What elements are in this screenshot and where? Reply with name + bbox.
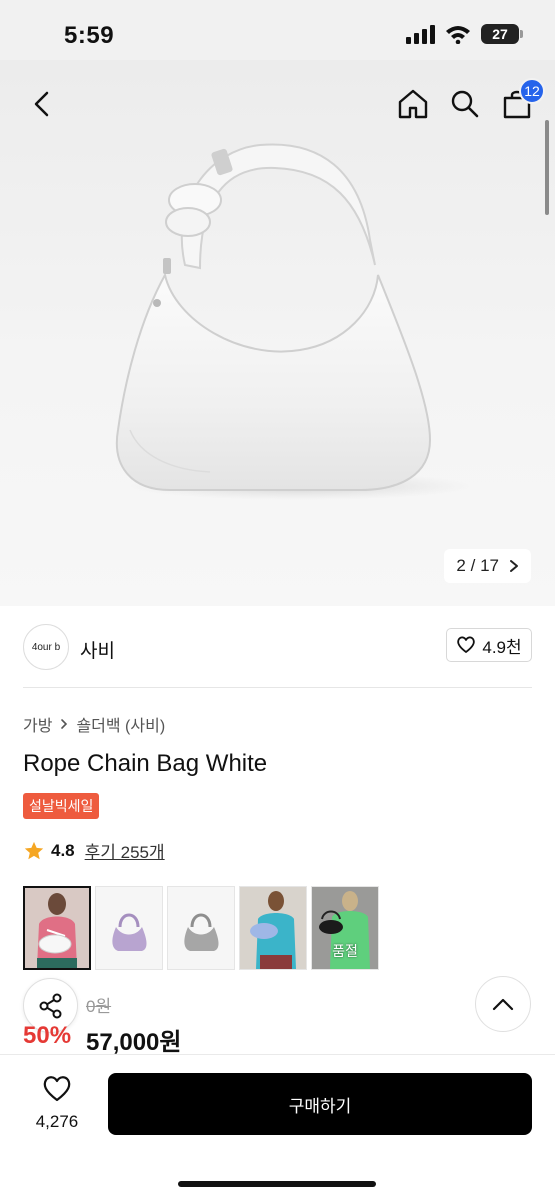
sold-out-label: 품절	[332, 943, 358, 959]
thumbnail-option-5[interactable]: 품절	[311, 886, 379, 970]
rating-row: 4.8 후기 255개	[23, 838, 165, 863]
page-separator: /	[470, 556, 476, 575]
product-main-image	[115, 143, 470, 500]
home-icon	[398, 89, 428, 119]
star-icon	[24, 841, 44, 859]
sale-event-badge: 설날빅세일	[23, 793, 100, 819]
color-thumbnails: 품절	[23, 886, 379, 970]
home-indicator	[178, 1181, 376, 1187]
top-navigation: 12	[0, 78, 555, 128]
search-icon	[451, 90, 479, 118]
heart-outline-icon	[457, 636, 476, 653]
chevron-up-icon	[492, 998, 514, 1011]
rating-value: 4.8	[51, 840, 75, 860]
chevron-right-icon	[510, 560, 518, 572]
status-icons: 27	[405, 24, 523, 44]
cart-button[interactable]: 12	[499, 78, 545, 122]
image-page-counter[interactable]: 2 / 17	[444, 549, 531, 583]
back-button[interactable]	[24, 86, 60, 122]
model-pink-thumbnail	[25, 888, 89, 968]
page-counter-text: 2 / 17	[456, 556, 499, 576]
brand-name[interactable]: 사비	[80, 636, 115, 663]
chevron-left-icon	[34, 91, 49, 117]
buy-button[interactable]: 구매하기	[108, 1073, 532, 1135]
breadcrumb-item-shoulder-bag[interactable]: 숄더백 (사비)	[76, 712, 165, 736]
brand-row[interactable]: 4our b 사비 4.9천	[0, 606, 555, 688]
search-button[interactable]	[447, 86, 483, 122]
thumbnail-option-1[interactable]	[23, 886, 91, 970]
product-image-gallery[interactable]	[0, 60, 555, 606]
status-time: 5:59	[64, 22, 115, 49]
share-icon	[39, 993, 61, 1018]
bottom-purchase-bar: 4,276 구매하기	[0, 1054, 555, 1200]
scroll-to-top-button[interactable]	[475, 976, 531, 1032]
brand-like-button[interactable]: 4.9천	[446, 628, 532, 662]
wifi-icon	[446, 26, 470, 44]
chevron-right-icon	[61, 719, 68, 729]
wishlist-count: 4,276	[35, 1112, 79, 1131]
product-title: Rope Chain Bag White	[23, 750, 268, 777]
brand-like-count: 4.9천	[482, 637, 522, 657]
thumbnail-option-3[interactable]	[167, 886, 235, 970]
thumbnail-option-2[interactable]	[95, 886, 163, 970]
discount-rate: 50%	[23, 1022, 72, 1049]
original-price: 0원	[86, 997, 112, 1016]
page-current: 2	[456, 556, 466, 575]
heart-outline-icon	[43, 1076, 71, 1102]
page-total: 17	[480, 556, 499, 575]
home-button[interactable]	[395, 86, 431, 122]
breadcrumb-item-bags[interactable]: 가방	[23, 712, 52, 736]
divider	[23, 687, 532, 688]
wishlist-button[interactable]: 4,276	[22, 1075, 92, 1132]
brand-logo[interactable]: 4our b	[23, 624, 69, 670]
scroll-indicator	[545, 120, 549, 215]
nav-actions: 12	[395, 78, 545, 122]
model-blue-thumbnail	[240, 887, 306, 969]
review-count-link[interactable]: 후기 255개	[85, 838, 165, 863]
status-bar: 5:59 27	[0, 0, 555, 60]
cart-count-badge: 12	[519, 78, 545, 104]
signal-icon	[406, 25, 435, 44]
lavender-bag-thumbnail	[96, 887, 162, 969]
breadcrumb: 가방 숄더백 (사비)	[23, 712, 165, 736]
sale-price: 57,000원	[86, 1029, 182, 1056]
battery-level: 27	[492, 26, 508, 42]
battery-indicator: 27	[481, 24, 523, 44]
grey-bag-thumbnail	[168, 887, 234, 969]
thumbnail-option-4[interactable]	[239, 886, 307, 970]
